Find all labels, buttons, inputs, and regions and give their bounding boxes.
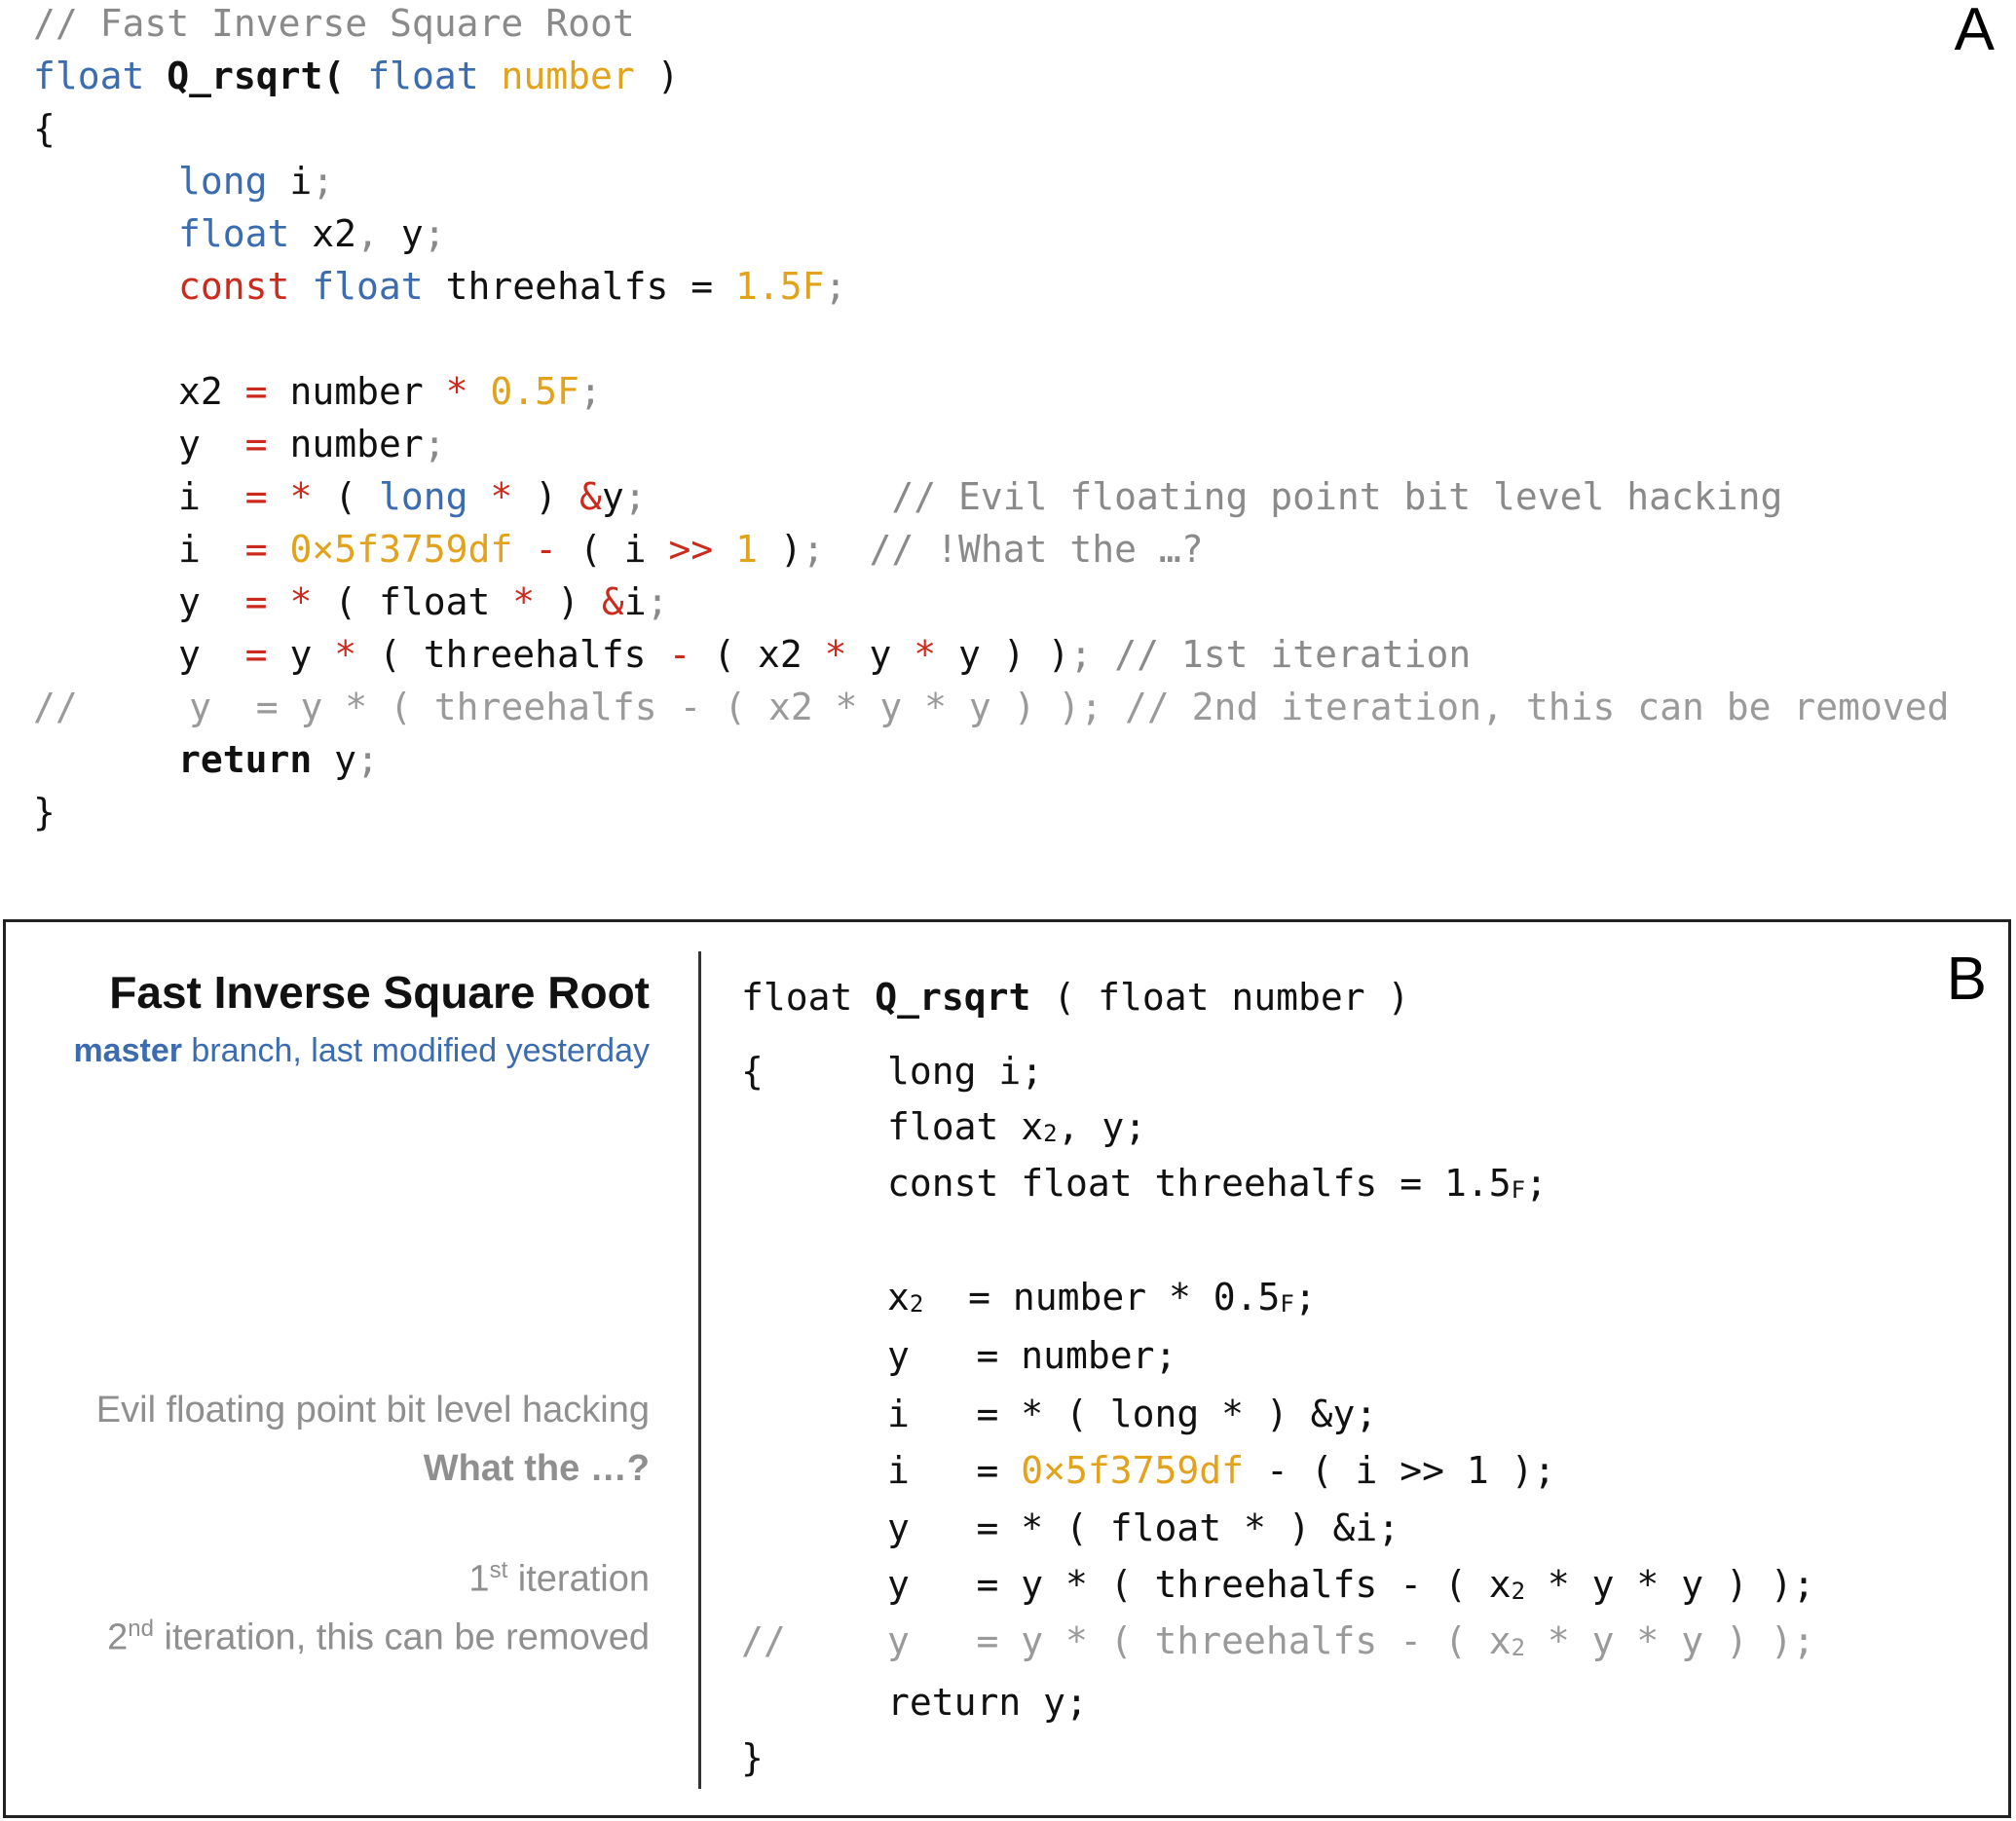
b-code-line-10: y = y * ( threehalfs - ( x2 * y * y ) ); [887,1619,1815,1662]
panel-a: A // Fast Inverse Square Root float Q_rs… [0,0,2016,876]
code-title-comment: // Fast Inverse Square Root [33,2,635,45]
b-code-line-8: y = * ( float * ) &i; [887,1506,1400,1549]
code-stmt-iteration-2: // y = y * ( threehalfs - ( x2 * y * y )… [33,686,1950,728]
panel-a-label: A [1954,0,1995,63]
b-code-line-2: float x2, y; [887,1105,1147,1148]
note-iteration-1: 1st iteration [468,1557,650,1600]
code-decl-threehalfs: const float threehalfs = 1.5F; [178,265,847,308]
b-code-line-1: long i; [887,1050,1044,1093]
branch-name[interactable]: master [73,1032,182,1069]
code-stmt-y-number: y = number; [178,423,446,465]
code-stmt-x2: x2 = number * 0.5F; [178,370,602,413]
code-brace-close: } [33,791,56,834]
b-code-line-6: i = * ( long * ) &y; [887,1393,1378,1435]
b-code-signature: float Q_rsqrt ( float number ) [741,976,1410,1019]
panel-b-label: B [1946,946,1987,1013]
b-code-line-5: y = number; [887,1334,1177,1377]
b-code-line-9: y = y * ( threehalfs - ( x2 * y * y ) ); [887,1563,1815,1606]
code-stmt-y-cast: y = * ( float * ) &i; [178,580,669,623]
annotated-title: Fast Inverse Square Root [109,967,650,1018]
note-iteration-2: 2nd iteration, this can be removed [107,1616,650,1658]
b-code-brace-close: } [741,1736,764,1779]
code-signature: float Q_rsqrt( float number ) [33,55,680,97]
b-code-line-7: i = 0×5f3759df - ( i >> 1 ); [887,1449,1556,1492]
b-code-line-4: x2 = number * 0.5F; [887,1276,1317,1319]
panel-b: B Fast Inverse Square Root master branch… [3,919,2011,1818]
b-code-line-3: const float threehalfs = 1.5F; [887,1162,1548,1205]
code-decl-x2-y: float x2, y; [178,212,446,255]
b-code-line-10-slash: // [741,1619,786,1662]
code-stmt-iteration-1: y = y * ( threehalfs - ( x2 * y * y ) );… [178,633,1472,676]
code-return: return y; [178,738,379,781]
divider [698,951,701,1789]
b-code-brace-open: { [741,1050,764,1093]
note-bit-hacking: Evil floating point bit level hacking [95,1390,650,1431]
code-decl-i: long i; [178,160,335,203]
branch-info: master branch, last modified yesterday [73,1032,650,1069]
b-code-return: return y; [887,1681,1088,1724]
code-brace-open: { [33,107,56,150]
note-what-the: What the …? [423,1448,650,1489]
code-stmt-i-cast: i = * ( long * ) &y; // Evil floating po… [178,475,1783,518]
code-stmt-i-magic: i = 0×5f3759df - ( i >> 1 ); // !What th… [178,528,1204,571]
